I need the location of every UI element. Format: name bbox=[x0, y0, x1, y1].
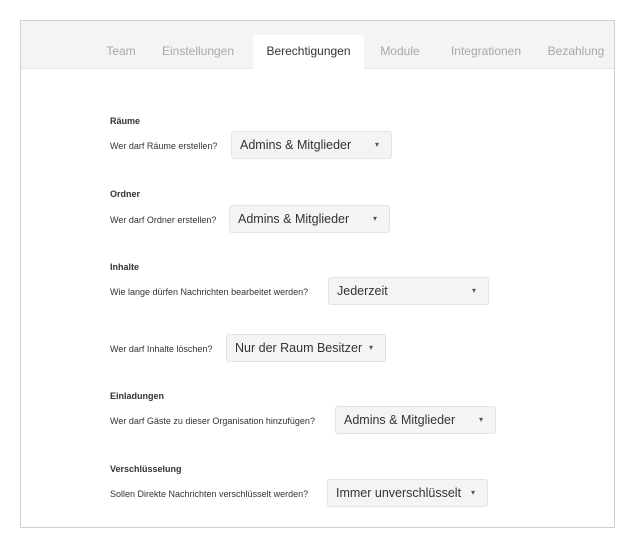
edit-messages-select[interactable]: Jederzeit ▾ bbox=[328, 277, 489, 305]
section-title-invitations: Einladungen bbox=[110, 391, 164, 401]
caret-down-icon: ▾ bbox=[470, 488, 475, 497]
caret-down-icon: ▾ bbox=[471, 286, 476, 295]
select-value: Jederzeit bbox=[337, 284, 388, 298]
edit-messages-question: Wie lange dürfen Nachrichten bearbeitet … bbox=[110, 287, 309, 297]
section-title-rooms: Räume bbox=[110, 116, 141, 126]
encrypt-dm-question: Sollen Direkte Nachrichten verschlüsselt… bbox=[110, 489, 309, 499]
tab-integrationen[interactable]: Integrationen bbox=[436, 35, 536, 68]
tab-bar: Team Einstellungen Berechtigungen Module… bbox=[21, 21, 614, 69]
section-title-content: Inhalte bbox=[110, 262, 140, 272]
select-value: Admins & Mitglieder bbox=[344, 413, 456, 427]
invite-guests-select[interactable]: Admins & Mitglieder ▾ bbox=[335, 406, 496, 434]
rooms-create-select[interactable]: Admins & Mitglieder ▾ bbox=[231, 131, 392, 159]
encrypt-dm-select[interactable]: Immer unverschlüsselt ▾ bbox=[327, 479, 488, 507]
caret-down-icon: ▾ bbox=[478, 415, 483, 424]
folders-create-select[interactable]: Admins & Mitglieder ▾ bbox=[229, 205, 390, 233]
select-value: Immer unverschlüsselt bbox=[336, 486, 462, 500]
section-title-encryption: Verschlüsselung bbox=[110, 464, 182, 474]
select-value: Admins & Mitglieder bbox=[240, 138, 352, 152]
select-value: Nur der Raum Besitzer bbox=[235, 341, 363, 355]
select-value: Admins & Mitglieder bbox=[238, 212, 350, 226]
caret-down-icon: ▾ bbox=[374, 140, 379, 149]
rooms-question: Wer darf Räume erstellen? bbox=[110, 141, 218, 151]
caret-down-icon: ▾ bbox=[372, 214, 377, 223]
invite-guests-question: Wer darf Gäste zu dieser Organisation hi… bbox=[110, 416, 315, 426]
tab-module[interactable]: Module bbox=[369, 35, 431, 68]
tab-einstellungen[interactable]: Einstellungen bbox=[151, 35, 245, 68]
tab-bezahlung[interactable]: Bezahlung bbox=[536, 35, 616, 68]
caret-down-icon: ▾ bbox=[368, 343, 373, 352]
tab-berechtigungen[interactable]: Berechtigungen bbox=[253, 35, 364, 69]
delete-content-question: Wer darf Inhalte löschen? bbox=[110, 344, 213, 354]
delete-content-select[interactable]: Nur der Raum Besitzer ▾ bbox=[226, 334, 386, 362]
section-title-folders: Ordner bbox=[110, 189, 141, 199]
folders-question: Wer darf Ordner erstellen? bbox=[110, 215, 217, 225]
tab-team[interactable]: Team bbox=[95, 35, 147, 68]
settings-panel: Team Einstellungen Berechtigungen Module… bbox=[20, 20, 615, 528]
